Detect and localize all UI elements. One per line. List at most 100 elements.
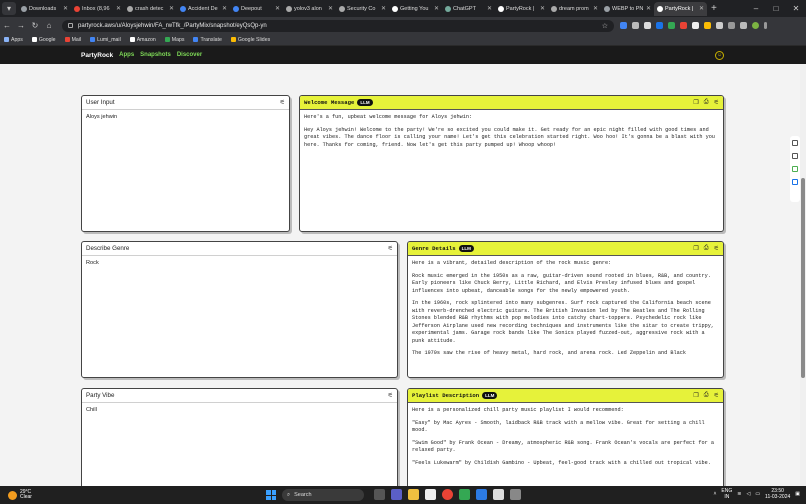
browser-tab[interactable]: yolov3 alon ✕: [283, 2, 336, 16]
download-icon[interactable]: [728, 22, 735, 29]
site-info-icon[interactable]: [68, 23, 73, 28]
close-tab-icon[interactable]: ✕: [381, 5, 386, 12]
extension-icon[interactable]: [656, 22, 663, 29]
battery-icon[interactable]: ▭: [755, 491, 760, 497]
store-icon[interactable]: [425, 489, 436, 500]
notification-icon[interactable]: ▣: [795, 491, 800, 497]
copy-icon[interactable]: ❐: [693, 99, 698, 106]
chevron-up-icon[interactable]: ˄: [713, 491, 716, 497]
minimize-icon[interactable]: –: [746, 4, 766, 13]
teams-icon[interactable]: [391, 489, 402, 500]
browser-tab[interactable]: PartyRock | ✕: [654, 1, 707, 16]
close-tab-icon[interactable]: ✕: [699, 5, 704, 12]
clock[interactable]: 23:50 11-03-2024: [765, 488, 790, 500]
new-tab-button[interactable]: +: [711, 3, 717, 14]
nav-snapshots[interactable]: Snapshots: [140, 52, 171, 58]
settings-sliders-icon[interactable]: ⚟: [714, 99, 719, 106]
close-tab-icon[interactable]: ✕: [222, 5, 227, 12]
user-input-field[interactable]: Aloys jehwin: [82, 110, 289, 124]
bookmark-item[interactable]: Google Slides: [230, 37, 270, 43]
bookmark-star-icon[interactable]: ☆: [602, 22, 608, 30]
close-tab-icon[interactable]: ✕: [169, 5, 174, 12]
browser-tab[interactable]: Inbox (8,96 ✕: [71, 2, 124, 16]
save-icon[interactable]: ⎙: [704, 245, 709, 252]
bookmark-item[interactable]: Apps: [4, 37, 23, 43]
extension-icon[interactable]: [680, 22, 687, 29]
bookmark-item[interactable]: Maps: [164, 37, 184, 43]
volume-icon[interactable]: ◁: [746, 491, 750, 497]
maximize-icon[interactable]: □: [766, 4, 786, 13]
scrollbar-thumb[interactable]: [801, 178, 805, 378]
settings-sliders-icon[interactable]: ⚟: [280, 99, 285, 106]
sidebar-icon[interactable]: [740, 22, 747, 29]
describe-genre-field[interactable]: Rock: [82, 256, 397, 270]
page-scrollbar[interactable]: [800, 64, 806, 486]
extension-icon[interactable]: [644, 22, 651, 29]
bookmark-item[interactable]: Google: [31, 37, 56, 43]
nav-discover[interactable]: Discover: [177, 52, 202, 58]
browser-tab[interactable]: dream prom ✕: [548, 2, 601, 16]
task-view-icon[interactable]: [374, 489, 385, 500]
profile-avatar[interactable]: [752, 22, 759, 29]
nav-apps[interactable]: Apps: [119, 52, 134, 58]
close-tab-icon[interactable]: ✕: [328, 5, 333, 12]
settings-sliders-icon[interactable]: ⚟: [388, 245, 393, 252]
app-icon[interactable]: [459, 489, 470, 500]
browser-tab[interactable]: Security Co ✕: [336, 2, 389, 16]
close-tab-icon[interactable]: ✕: [434, 5, 439, 12]
extension-icon[interactable]: [668, 22, 675, 29]
forward-icon[interactable]: →: [14, 21, 28, 30]
close-tab-icon[interactable]: ✕: [275, 5, 280, 12]
extension-icon[interactable]: [632, 22, 639, 29]
settings-sliders-icon[interactable]: ⚟: [388, 392, 393, 399]
chrome-icon[interactable]: [442, 489, 453, 500]
close-tab-icon[interactable]: ✕: [116, 5, 121, 12]
user-avatar-icon[interactable]: ☺: [715, 51, 724, 60]
browser-tab[interactable]: PartyRock | ✕: [495, 2, 548, 16]
weather-widget[interactable]: 29°C Clear: [8, 490, 32, 500]
close-tab-icon[interactable]: ✕: [63, 5, 68, 12]
extension-icon[interactable]: [792, 166, 798, 172]
copy-icon[interactable]: ❐: [693, 245, 698, 252]
reload-icon[interactable]: ↻: [28, 21, 42, 30]
save-icon[interactable]: ⎙: [704, 99, 709, 106]
close-tab-icon[interactable]: ✕: [593, 5, 598, 12]
app-icon[interactable]: [510, 489, 521, 500]
settings-sliders-icon[interactable]: ⚟: [714, 245, 719, 252]
url-field[interactable]: partyrock.aws/u/Aloysjehwin/FA_rwTfk_/Pa…: [62, 19, 614, 32]
extension-icon[interactable]: [692, 22, 699, 29]
notes-icon[interactable]: [792, 153, 798, 159]
tab-search-icon[interactable]: ▾: [2, 2, 16, 15]
browser-tab[interactable]: WEBP to PN ✕: [601, 2, 654, 16]
windows-start-icon[interactable]: [266, 490, 276, 500]
puzzle-icon[interactable]: [716, 22, 723, 29]
close-tab-icon[interactable]: ✕: [646, 5, 651, 12]
file-explorer-icon[interactable]: [408, 489, 419, 500]
close-tab-icon[interactable]: ✕: [540, 5, 545, 12]
lang-indicator[interactable]: ENG IN: [721, 488, 732, 500]
copy-icon[interactable]: ❐: [693, 392, 698, 399]
bookmark-item[interactable]: Amazon: [129, 37, 156, 43]
browser-tab[interactable]: Deepout ✕: [230, 2, 283, 16]
close-window-icon[interactable]: ✕: [786, 4, 806, 13]
vscode-icon[interactable]: [476, 489, 487, 500]
browser-tab[interactable]: Getting You ✕: [389, 2, 442, 16]
send-icon[interactable]: [792, 179, 798, 185]
browser-tab[interactable]: Downloads ✕: [18, 2, 71, 16]
close-tab-icon[interactable]: ✕: [487, 5, 492, 12]
settings-sliders-icon[interactable]: ⚟: [714, 392, 719, 399]
back-icon[interactable]: ←: [0, 21, 14, 30]
extension-icon[interactable]: [704, 22, 711, 29]
notepad-icon[interactable]: [493, 489, 504, 500]
browser-tab[interactable]: Accident De ✕: [177, 2, 230, 16]
bookmark-item[interactable]: Mail: [64, 37, 81, 43]
partyrock-logo[interactable]: PartyRock: [81, 52, 113, 59]
taskbar-search[interactable]: ⌕ Search: [282, 489, 364, 501]
bookmark-item[interactable]: Translate: [193, 37, 222, 43]
party-vibe-field[interactable]: Chill: [82, 403, 397, 417]
browser-tab[interactable]: crash detec ✕: [124, 2, 177, 16]
browser-tab[interactable]: ChatGPT ✕: [442, 2, 495, 16]
home-icon[interactable]: ⌂: [42, 21, 56, 30]
extension-icon[interactable]: [620, 22, 627, 29]
wifi-icon[interactable]: ≋: [737, 491, 741, 497]
